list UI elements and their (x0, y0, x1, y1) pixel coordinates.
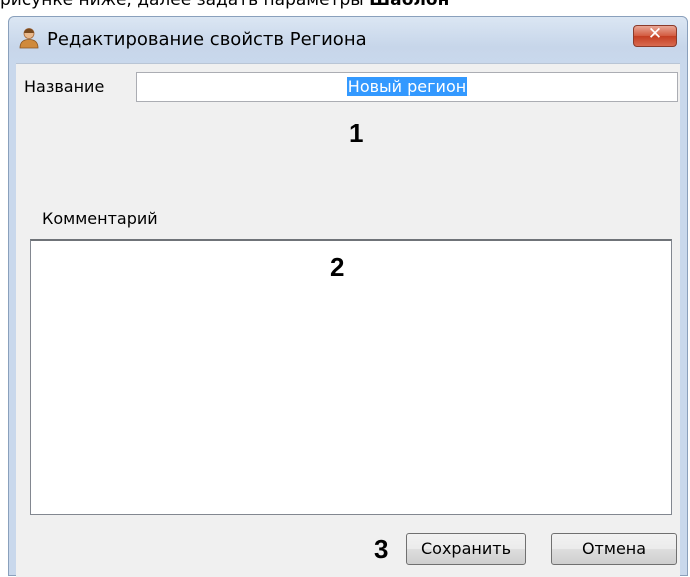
marker-1: 1 (349, 118, 364, 148)
cancel-button[interactable]: Отмена (551, 533, 677, 565)
marker-2: 2 (330, 252, 345, 282)
background-text-bold: Шаблон (369, 0, 450, 10)
close-button[interactable]: ✕ (633, 24, 677, 47)
dialog-client-area: Название Новый регион 1 Комментарий 2 3 … (16, 63, 680, 577)
comment-textarea[interactable] (30, 239, 672, 515)
background-text: рисунке ниже, далее задать параметры Шаб… (0, 0, 690, 12)
save-button[interactable]: Сохранить (406, 533, 526, 565)
marker-3: 3 (374, 534, 389, 564)
name-label: Название (24, 77, 105, 96)
dialog-window: Редактирование свойств Региона ✕ Названи… (8, 16, 688, 577)
comment-label: Комментарий (42, 209, 158, 228)
close-icon: ✕ (647, 24, 663, 44)
user-icon (19, 28, 39, 49)
name-input[interactable]: Новый регион (136, 72, 678, 102)
background-text-plain: рисунке ниже, далее задать параметры (0, 0, 364, 10)
name-input-value: Новый регион (346, 77, 468, 96)
title-bar[interactable]: Редактирование свойств Региона ✕ (9, 17, 687, 63)
window-title: Редактирование свойств Региона (47, 29, 367, 50)
